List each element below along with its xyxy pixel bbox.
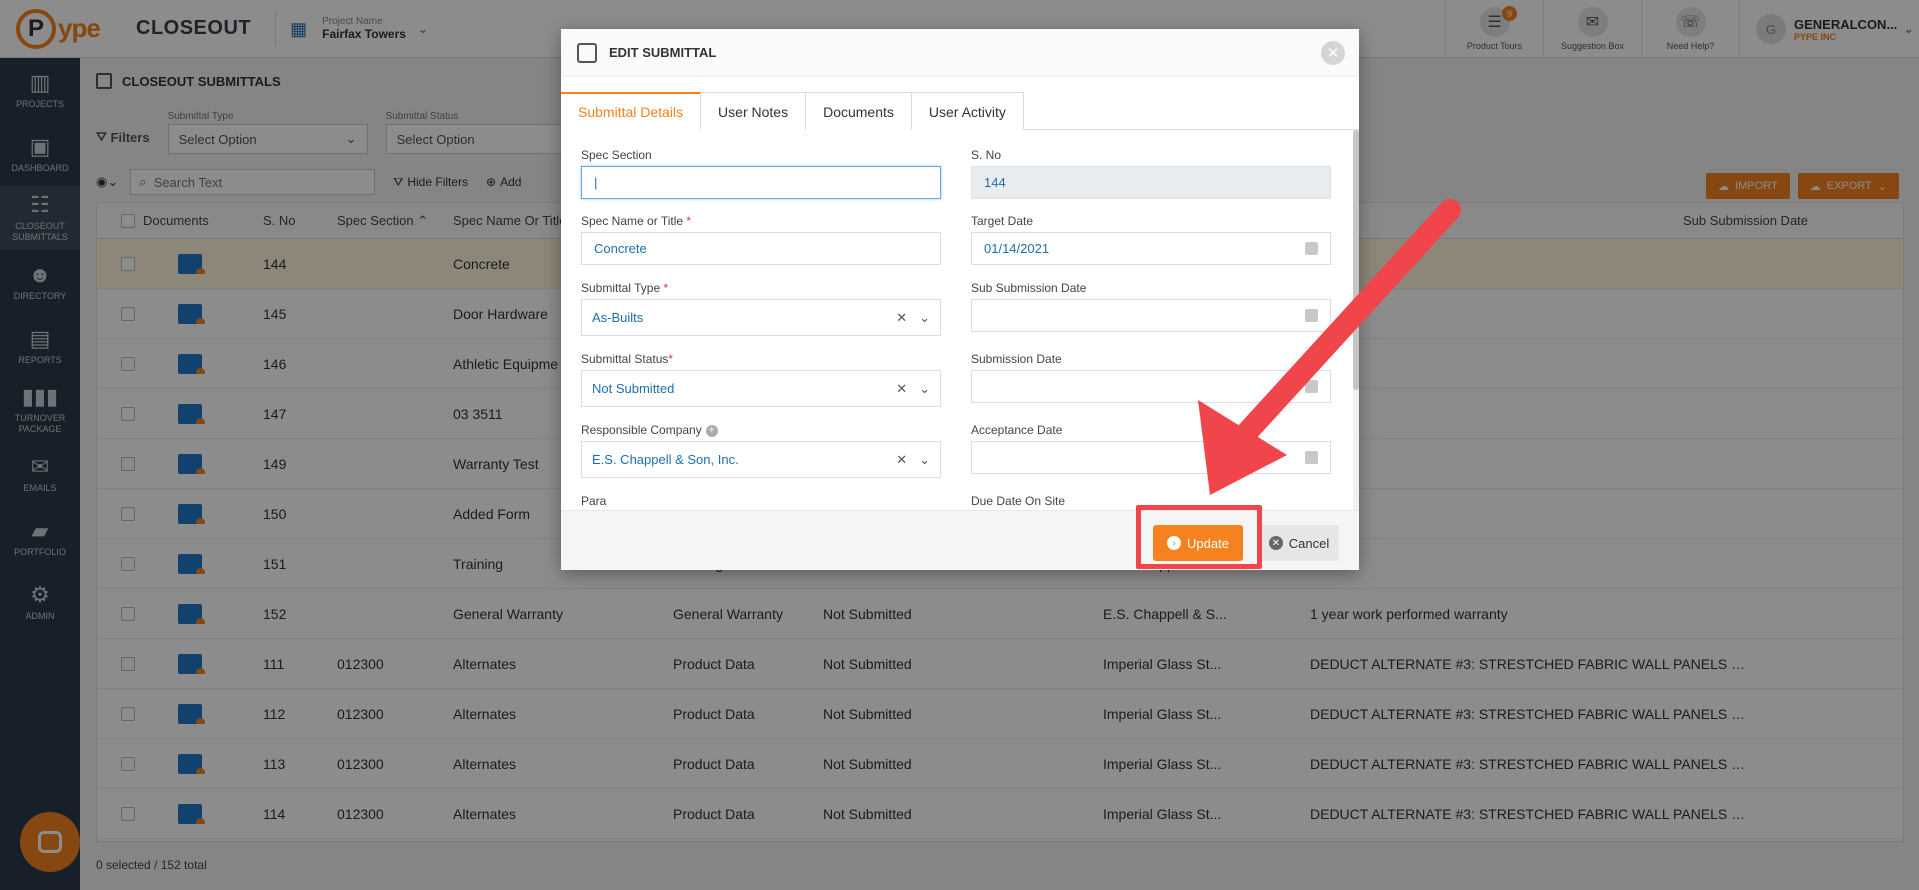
app-root: P ype CLOSEOUT ▦ Project Name Fairfax To… (0, 0, 1919, 890)
annotation-arrow (1198, 199, 1461, 495)
arrow-shaft (1229, 199, 1461, 451)
